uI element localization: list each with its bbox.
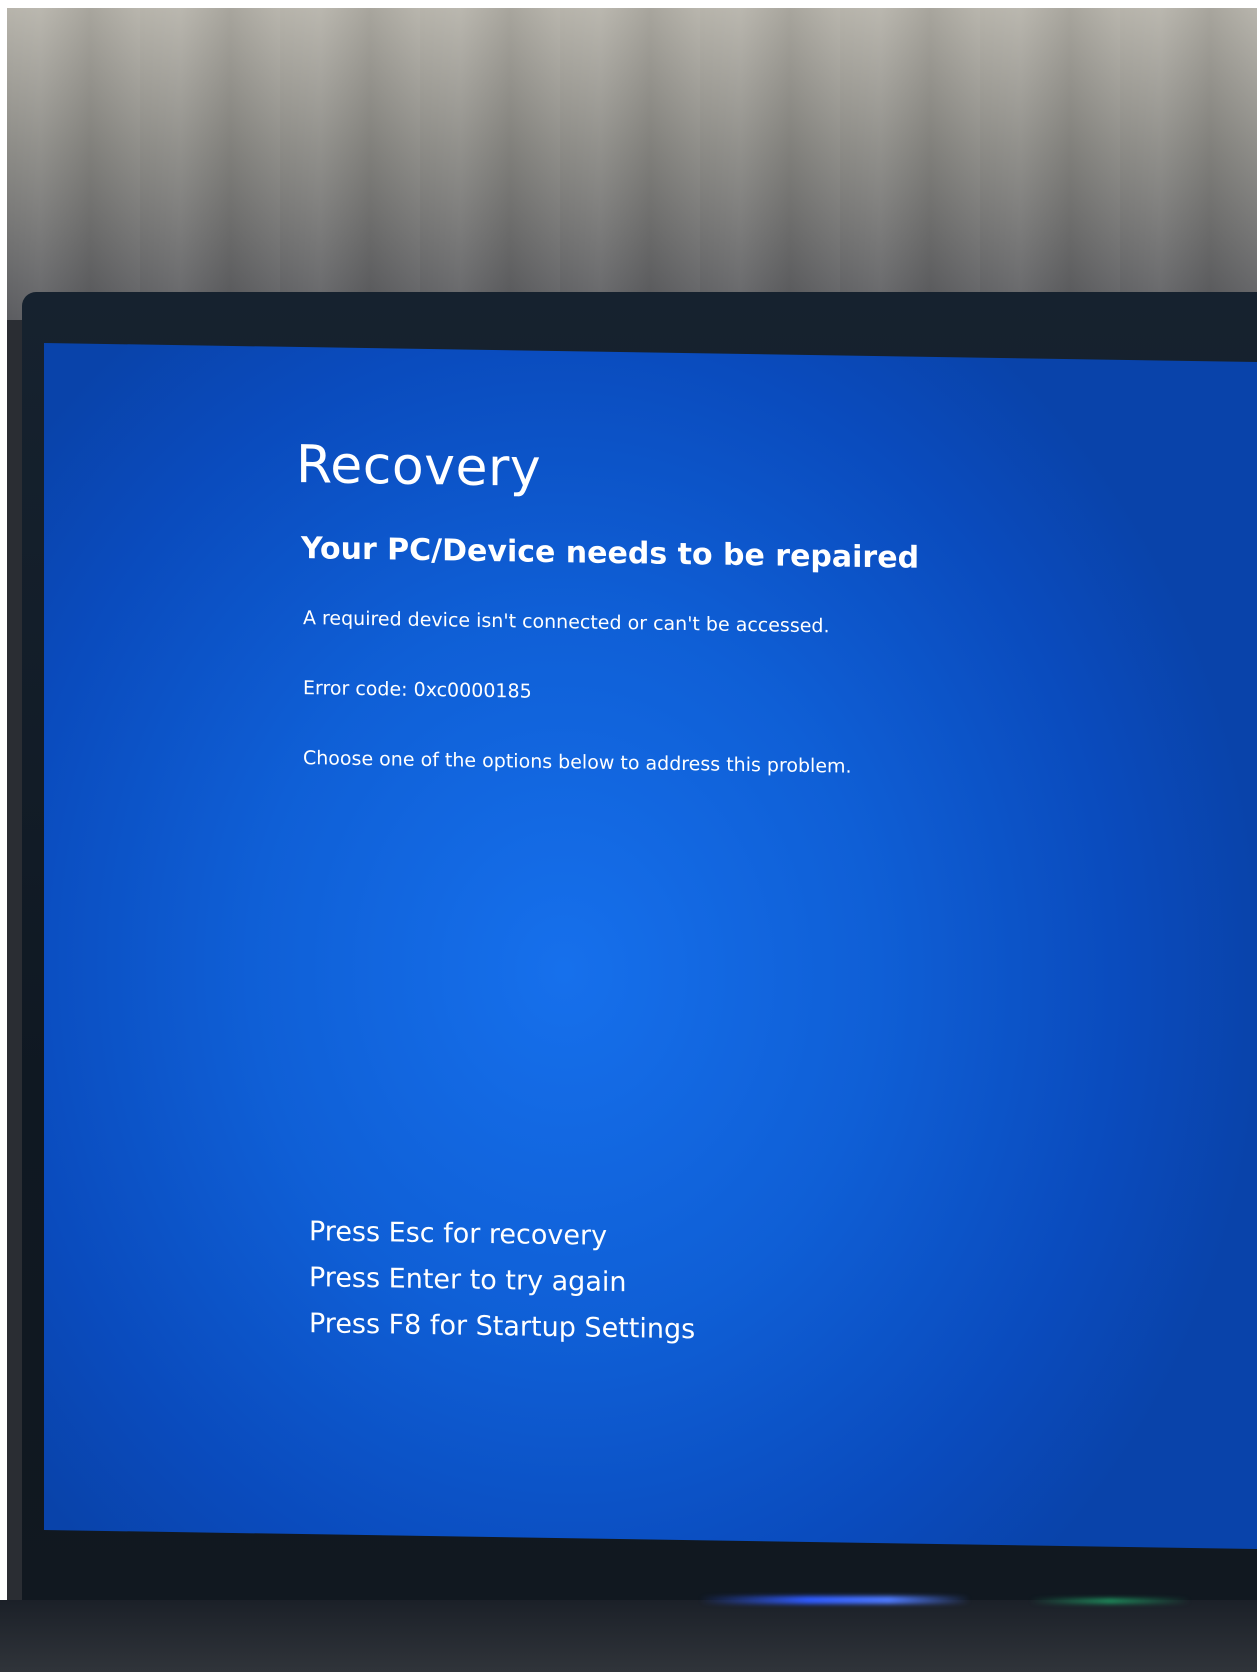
- instruction-text: Choose one of the options below to addre…: [303, 747, 852, 778]
- photo-border: [0, 0, 1257, 8]
- monitor-base: [0, 1600, 1257, 1672]
- recovery-options: Press Esc for recovery Press Enter to tr…: [309, 1209, 695, 1353]
- option-enter-try-again[interactable]: Press Enter to try again: [309, 1255, 695, 1307]
- recovery-content: Recovery Your PC/Device needs to be repa…: [44, 343, 1257, 1549]
- led-light: [700, 1596, 970, 1604]
- background-wall: [0, 0, 1257, 320]
- option-f8-startup-settings[interactable]: Press F8 for Startup Settings: [309, 1301, 695, 1353]
- page-title: Recovery: [296, 434, 542, 499]
- recovery-screen: Recovery Your PC/Device needs to be repa…: [44, 343, 1257, 1550]
- error-code: Error code: 0xc0000185: [303, 677, 532, 703]
- option-esc-recovery[interactable]: Press Esc for recovery: [309, 1209, 695, 1261]
- photo-border: [0, 0, 7, 1672]
- error-message: A required device isn't connected or can…: [303, 607, 830, 638]
- page-subtitle: Your PC/Device needs to be repaired: [301, 531, 920, 576]
- led-light: [1030, 1598, 1190, 1604]
